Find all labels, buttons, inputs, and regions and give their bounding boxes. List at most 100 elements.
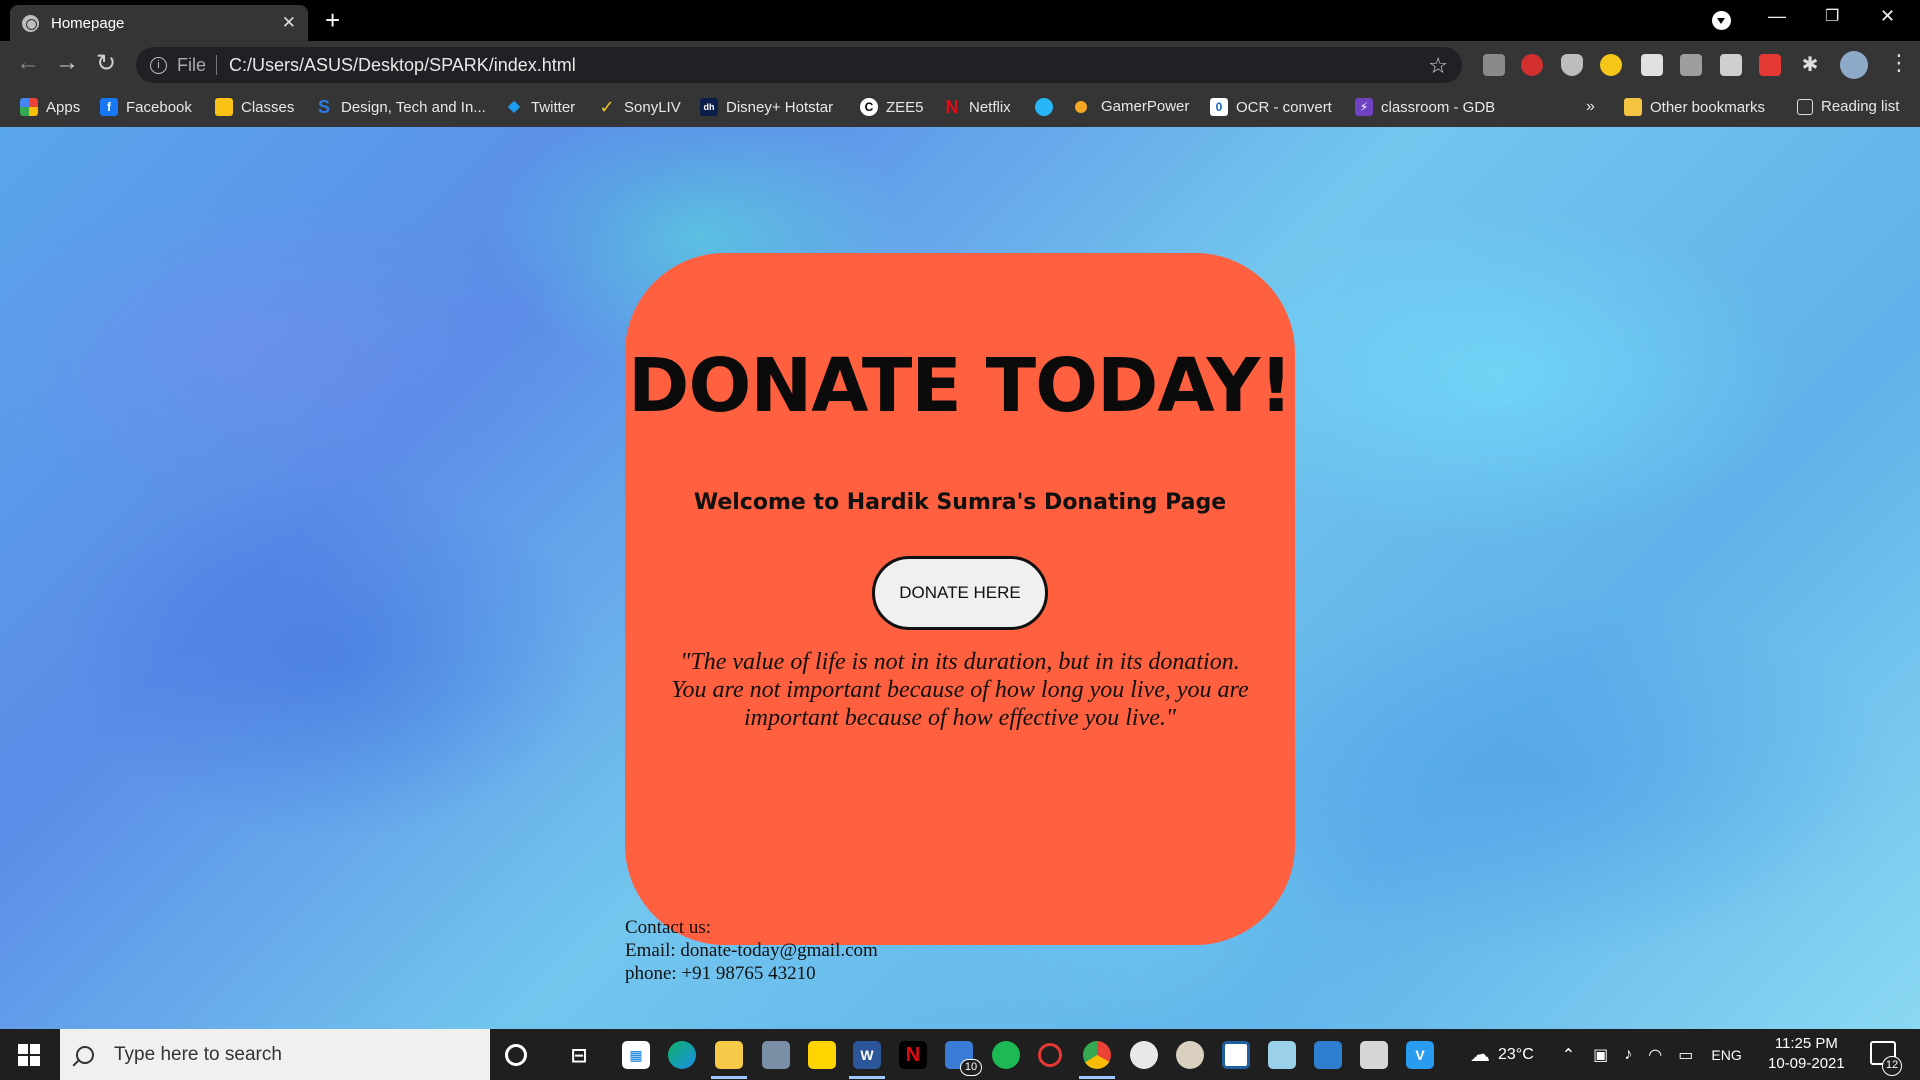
tray-overflow-icon[interactable]: ⌃	[1562, 1045, 1575, 1065]
meet-now-icon[interactable]: ▣	[1593, 1045, 1608, 1065]
mail-badge: 10	[960, 1059, 982, 1076]
site-info-icon[interactable]: i	[150, 56, 167, 74]
donation-card: DONATE TODAY! Welcome to Hardik Sumra's …	[625, 253, 1295, 984]
browser-toolbar: ← → ↻ i File C:/Users/ASUS/Desktop/SPARK…	[0, 41, 1920, 89]
profile-avatar[interactable]	[1840, 51, 1868, 79]
url-scheme: File	[177, 54, 207, 75]
hotstar-icon: dh	[700, 98, 718, 116]
bookmark-globe[interactable]	[1035, 98, 1061, 116]
reload-button[interactable]: ↻	[96, 49, 116, 78]
active-indicator	[849, 1076, 885, 1079]
store-icon[interactable]: ▦	[622, 1041, 650, 1069]
bookmark-netflix[interactable]: N Netflix	[943, 98, 1011, 116]
bookmark-gdb[interactable]: ⚡ classroom - GDB	[1355, 98, 1495, 116]
photos-icon[interactable]	[1314, 1041, 1342, 1069]
bracket-app-icon[interactable]	[1222, 1041, 1250, 1069]
close-tab-icon[interactable]: ✕	[282, 13, 296, 33]
browser-tab[interactable]: Homepage ✕	[10, 5, 308, 41]
task-view-icon[interactable]: ⊟	[565, 1041, 593, 1069]
folder-icon	[1624, 98, 1642, 116]
bookmark-ocr[interactable]: 0 OCR - convert	[1210, 98, 1332, 116]
url-text[interactable]: C:/Users/ASUS/Desktop/SPARK/index.html	[229, 55, 576, 76]
contact-title: Contact us:	[625, 917, 712, 938]
vscode-app-icon[interactable]: V	[1406, 1041, 1434, 1069]
netflix-icon: N	[945, 97, 959, 117]
other-bookmarks-folder[interactable]: Other bookmarks	[1624, 98, 1765, 116]
language-indicator[interactable]: ENG	[1711, 1047, 1741, 1063]
system-tray: ☁ 23°C ⌃ ▣ ♪ ◠ ▭ ENG	[1470, 1029, 1742, 1080]
sonyliv-icon: ✓	[599, 97, 615, 117]
menu-icon[interactable]: ⋮	[1888, 50, 1910, 76]
bookmark-star-icon[interactable]: ☆	[1428, 53, 1448, 79]
wifi-icon[interactable]: ◠	[1648, 1045, 1662, 1065]
reading-list-button[interactable]: Reading list	[1797, 98, 1899, 115]
battery-icon[interactable]: ▭	[1678, 1045, 1693, 1065]
word-icon[interactable]: W	[853, 1041, 881, 1069]
restore-button[interactable]: ❐	[1825, 6, 1839, 26]
reading-list-icon	[1797, 98, 1813, 115]
media-control-icon[interactable]	[1712, 11, 1731, 30]
notification-badge: 12	[1882, 1056, 1902, 1076]
clock-app-icon[interactable]	[1176, 1041, 1204, 1069]
file-explorer-icon[interactable]	[715, 1041, 743, 1069]
bookmark-apps[interactable]: Apps	[20, 98, 80, 116]
minimize-button[interactable]: —	[1768, 6, 1786, 27]
video-extension-icon[interactable]	[1759, 54, 1781, 76]
active-indicator	[711, 1076, 747, 1079]
clock-date: 10-09-2021	[1768, 1055, 1845, 1072]
sticky-notes-icon[interactable]	[808, 1041, 836, 1069]
facebook-icon: f	[100, 98, 118, 116]
bookmark-hotstar[interactable]: dh Disney+ Hotstar	[700, 98, 833, 116]
record-app-icon[interactable]	[1038, 1043, 1062, 1067]
extension-icon[interactable]	[1483, 54, 1505, 76]
weather-icon[interactable]: ☁	[1470, 1042, 1490, 1067]
page-viewport: DONATE TODAY! Welcome to Hardik Sumra's …	[0, 127, 1920, 1029]
address-bar[interactable]: i File C:/Users/ASUS/Desktop/SPARK/index…	[136, 47, 1462, 83]
bookmark-classes[interactable]: Classes	[215, 98, 294, 116]
spotify-icon[interactable]	[992, 1041, 1020, 1069]
netflix-app-icon[interactable]: N	[899, 1041, 927, 1069]
bookmarks-overflow-button[interactable]: »	[1586, 98, 1595, 116]
active-indicator	[1079, 1076, 1115, 1079]
pdf-extension-icon[interactable]	[1641, 54, 1663, 76]
chrome-icon[interactable]	[1083, 1041, 1111, 1069]
yab-extension-icon[interactable]	[1521, 54, 1543, 76]
weather-temp[interactable]: 23°C	[1498, 1046, 1534, 1064]
bookmark-twitter[interactable]: ◆ Twitter	[505, 98, 575, 116]
coin-extension-icon[interactable]	[1600, 54, 1622, 76]
system-clock[interactable]: 11:25 PM 10-09-2021	[1768, 1034, 1845, 1074]
zee5-icon: C	[860, 98, 878, 116]
printer-app-icon[interactable]	[1360, 1041, 1388, 1069]
bookmark-facebook[interactable]: f Facebook	[100, 98, 192, 116]
bookmark-gamerpower[interactable]: GamerPower	[1075, 98, 1189, 115]
back-button[interactable]: ←	[16, 49, 40, 77]
cortana-icon[interactable]	[505, 1044, 527, 1066]
contact-section: Contact us: Email: donate-today@gmail.co…	[625, 916, 878, 985]
apps-grid-icon	[20, 98, 38, 116]
translate-extension-icon[interactable]	[1680, 54, 1702, 76]
calculator-icon[interactable]	[762, 1041, 790, 1069]
gdb-icon: ⚡	[1355, 98, 1373, 116]
globe-icon	[22, 14, 39, 32]
clock-time: 11:25 PM	[1774, 1035, 1838, 1052]
bookmark-zee5[interactable]: C ZEE5	[860, 98, 924, 116]
donate-button[interactable]: DONATE HERE	[872, 556, 1048, 630]
tab-title: Homepage	[51, 14, 125, 32]
puzzle-extensions-icon[interactable]: ✱	[1799, 54, 1821, 76]
contact-email: Email: donate-today@gmail.com	[625, 940, 878, 961]
bookmark-design-tech[interactable]: S Design, Tech and In...	[315, 98, 486, 116]
shield-extension-icon[interactable]	[1561, 54, 1583, 76]
bookmark-sonyliv[interactable]: ✓ SonyLIV	[598, 97, 680, 117]
paint-app-icon[interactable]	[1130, 1041, 1158, 1069]
forward-button[interactable]: →	[55, 49, 79, 77]
new-tab-button[interactable]: +	[325, 6, 340, 34]
volume-icon[interactable]: ♪	[1624, 1046, 1632, 1064]
notes-app-icon[interactable]	[1268, 1041, 1296, 1069]
close-window-button[interactable]: ✕	[1880, 6, 1895, 27]
windows-start-icon[interactable]	[18, 1044, 40, 1066]
edge-icon[interactable]	[668, 1041, 696, 1069]
bookmarks-bar: Apps f Facebook Classes S Design, Tech a…	[0, 89, 1920, 127]
welcome-text: Welcome to Hardik Sumra's Donating Page	[693, 490, 1227, 515]
person-extension-icon[interactable]	[1720, 54, 1742, 76]
taskbar-search[interactable]: Type here to search	[60, 1029, 490, 1080]
